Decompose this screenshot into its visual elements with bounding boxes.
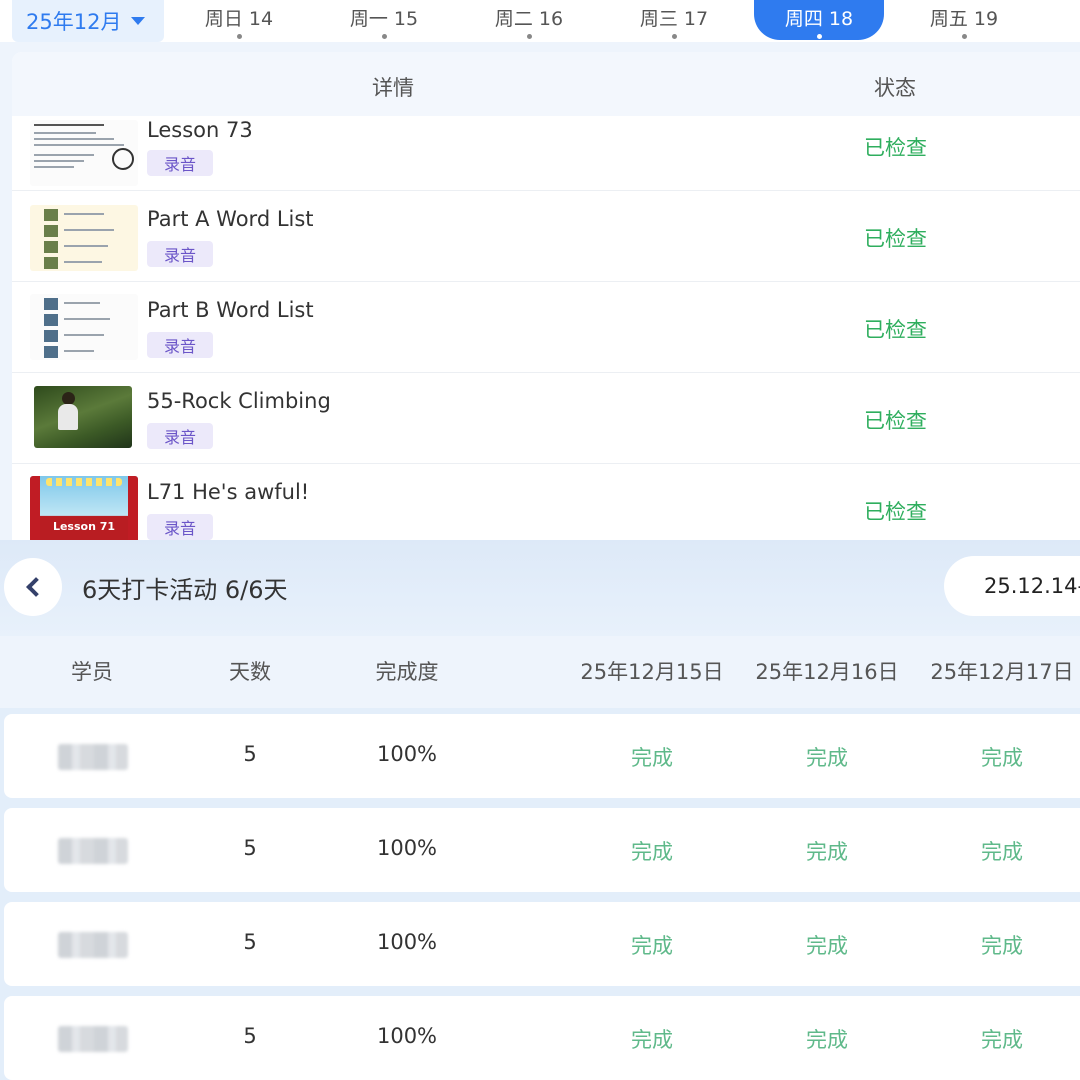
day-indicator-dot <box>236 34 242 39</box>
table-row[interactable]: 5 100% 完成 完成 完成 <box>4 902 1080 986</box>
header-detail: 详情 <box>372 76 414 100</box>
caret-down-icon <box>131 17 146 25</box>
day-tab-mon[interactable]: 周一 15 <box>319 0 449 40</box>
task-status: 已检查 <box>864 136 927 160</box>
task-row[interactable]: Part A Word List 录音 已检查 <box>12 191 1080 282</box>
day-indicator-dot <box>381 34 387 39</box>
task-status: 已检查 <box>864 318 927 342</box>
completion-cell: 100% <box>376 836 438 860</box>
checkin-table-header: 学员 天数 完成度 25年12月15日 25年12月16日 25年12月17日 <box>0 636 1080 708</box>
task-row[interactable]: Lesson 73 录音 已检查 <box>12 100 1080 191</box>
days-cell: 5 <box>243 742 257 766</box>
week-bar: 25年12月 周日 14 周一 15 周二 16 周三 17 周四 18 周五 … <box>0 0 1080 42</box>
activity-title: 6天打卡活动 6/6天 <box>82 576 288 604</box>
task-row[interactable]: 55-Rock Climbing 录音 已检查 <box>12 373 1080 464</box>
table-row[interactable]: 5 100% 完成 完成 完成 <box>4 714 1080 798</box>
day-indicator-dot <box>816 34 822 39</box>
table-row[interactable]: 5 100% 完成 完成 完成 <box>4 996 1080 1080</box>
day-tab-label: 周日 14 <box>204 8 274 30</box>
task-thumbnail <box>30 120 138 186</box>
day-tab-thu[interactable]: 周四 18 <box>754 0 884 40</box>
day-status-cell: 完成 <box>981 1028 1023 1052</box>
col-header-days: 天数 <box>229 660 271 684</box>
task-tag-recording: 录音 <box>147 514 213 540</box>
date-range-text: 25.12.14- <box>984 574 1080 598</box>
day-status-cell: 完成 <box>981 934 1023 958</box>
day-tab-fri[interactable]: 周五 19 <box>899 0 1029 40</box>
task-tag-recording: 录音 <box>147 423 213 449</box>
checkin-activity-panel: 6天打卡活动 6/6天 25.12.14- 学员 天数 完成度 25年12月15… <box>0 540 1080 1080</box>
completion-cell: 100% <box>376 1024 438 1048</box>
day-tab-sun[interactable]: 周日 14 <box>174 0 304 40</box>
task-title: L71 He's awful! <box>147 480 310 504</box>
task-status: 已检查 <box>864 227 927 251</box>
day-tab-label: 周三 17 <box>639 8 709 30</box>
task-thumbnail <box>34 386 132 448</box>
date-range-selector[interactable]: 25.12.14- <box>944 556 1080 616</box>
month-label: 25年12月 <box>26 10 122 34</box>
table-row[interactable]: 5 100% 完成 完成 完成 <box>4 808 1080 892</box>
col-header-student: 学员 <box>71 660 113 684</box>
day-status-cell: 完成 <box>981 840 1023 864</box>
day-indicator-dot <box>961 34 967 39</box>
task-thumbnail: Lesson 71 <box>30 476 138 540</box>
completion-cell: 100% <box>376 742 438 766</box>
day-status-cell: 完成 <box>806 746 848 770</box>
col-header-date: 25年12月16日 <box>755 660 899 684</box>
student-name-blurred <box>58 932 128 958</box>
thumbnail-caption: Lesson 71 <box>52 520 116 533</box>
header-status: 状态 <box>874 76 916 100</box>
task-thumbnail <box>30 294 138 360</box>
student-name-blurred <box>58 838 128 864</box>
activity-header: 6天打卡活动 6/6天 25.12.14- <box>0 540 1080 636</box>
days-cell: 5 <box>243 930 257 954</box>
day-status-cell: 完成 <box>631 840 673 864</box>
day-status-cell: 完成 <box>806 840 848 864</box>
chevron-left-icon <box>26 577 46 597</box>
task-list-card: 详情 状态 Lesson 73 录音 已检查 Part A Word List … <box>12 52 1080 540</box>
day-tab-label: 周五 19 <box>929 8 999 30</box>
task-row[interactable]: Lesson 71 L71 He's awful! 录音 已检查 <box>12 464 1080 540</box>
task-status: 已检查 <box>864 409 927 433</box>
task-tag-recording: 录音 <box>147 241 213 267</box>
back-button[interactable] <box>4 558 62 616</box>
day-tab-label: 周一 15 <box>349 8 419 30</box>
day-tab-label: 周四 18 <box>784 8 854 30</box>
task-title: 55-Rock Climbing <box>147 389 331 413</box>
task-tag-recording: 录音 <box>147 150 213 176</box>
day-status-cell: 完成 <box>631 934 673 958</box>
day-status-cell: 完成 <box>631 746 673 770</box>
day-indicator-dot <box>671 34 677 39</box>
student-name-blurred <box>58 744 128 770</box>
task-title: Part B Word List <box>147 298 314 322</box>
day-tab-label: 周二 16 <box>494 8 564 30</box>
col-header-completion: 完成度 <box>375 660 439 684</box>
day-tab-tue[interactable]: 周二 16 <box>464 0 594 40</box>
day-tab-wed[interactable]: 周三 17 <box>609 0 739 40</box>
task-row[interactable]: Part B Word List 录音 已检查 <box>12 282 1080 373</box>
days-cell: 5 <box>243 1024 257 1048</box>
day-status-cell: 完成 <box>806 934 848 958</box>
task-tag-recording: 录音 <box>147 332 213 358</box>
task-thumbnail <box>30 205 138 271</box>
day-indicator-dot <box>526 34 532 39</box>
month-picker[interactable]: 25年12月 <box>12 0 164 42</box>
col-header-date: 25年12月15日 <box>580 660 724 684</box>
completion-cell: 100% <box>376 930 438 954</box>
task-status: 已检查 <box>864 500 927 524</box>
day-status-cell: 完成 <box>806 1028 848 1052</box>
student-name-blurred <box>58 1026 128 1052</box>
col-header-date: 25年12月17日 <box>930 660 1074 684</box>
task-title: Part A Word List <box>147 207 314 231</box>
task-detail-panel: 25年12月 周日 14 周一 15 周二 16 周三 17 周四 18 周五 … <box>0 0 1080 540</box>
day-status-cell: 完成 <box>981 746 1023 770</box>
day-status-cell: 完成 <box>631 1028 673 1052</box>
days-cell: 5 <box>243 836 257 860</box>
task-title: Lesson 73 <box>147 118 253 142</box>
